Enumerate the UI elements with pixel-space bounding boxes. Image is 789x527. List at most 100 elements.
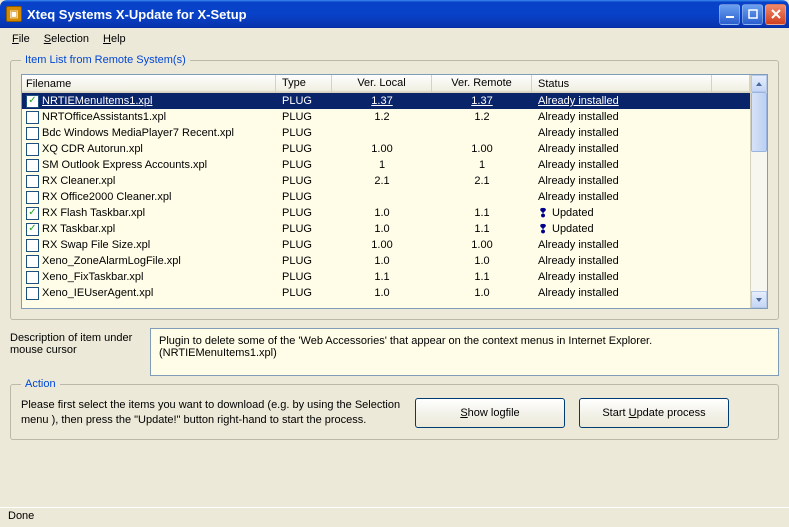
- cell-status: ❢Updated: [532, 223, 692, 235]
- list-view[interactable]: Filename Type Ver. Local Ver. Remote Sta…: [21, 74, 768, 309]
- cell-ver-local: 1.1: [332, 271, 432, 283]
- row-checkbox[interactable]: [26, 239, 39, 252]
- scroll-thumb[interactable]: [751, 92, 767, 152]
- cell-filename: NRTOfficeAssistants1.xpl: [22, 111, 276, 124]
- cell-ver-local: 1.0: [332, 287, 432, 299]
- row-checkbox[interactable]: [26, 111, 39, 124]
- action-instructions: Please first select the items you want t…: [21, 398, 401, 429]
- filename-label: Xeno_FixTaskbar.xpl: [42, 271, 144, 283]
- filename-label: NRTIEMenuItems1.xpl: [42, 95, 152, 107]
- cell-type: PLUG: [276, 287, 332, 299]
- minimize-button[interactable]: [719, 4, 740, 25]
- table-row[interactable]: Xeno_IEUserAgent.xplPLUG1.01.0Already in…: [22, 285, 750, 301]
- cell-status: Already installed: [532, 95, 692, 107]
- scroll-track[interactable]: [751, 92, 767, 291]
- filename-label: RX Taskbar.xpl: [42, 223, 115, 235]
- scroll-up-button[interactable]: [751, 75, 767, 92]
- close-button[interactable]: [765, 4, 786, 25]
- column-header-status[interactable]: Status: [532, 75, 712, 92]
- table-row[interactable]: RX Office2000 Cleaner.xplPLUGAlready ins…: [22, 189, 750, 205]
- column-header-extra[interactable]: [712, 75, 750, 92]
- table-row[interactable]: SM Outlook Express Accounts.xplPLUG11Alr…: [22, 157, 750, 173]
- row-checkbox[interactable]: [26, 287, 39, 300]
- column-header-filename[interactable]: Filename: [22, 75, 276, 92]
- status-label: Updated: [552, 207, 594, 219]
- row-checkbox[interactable]: [26, 143, 39, 156]
- cell-status: ❢Updated: [532, 207, 692, 219]
- row-checkbox[interactable]: [26, 127, 39, 140]
- row-checkbox[interactable]: [26, 175, 39, 188]
- table-row[interactable]: Xeno_FixTaskbar.xplPLUG1.11.1Already ins…: [22, 269, 750, 285]
- cell-ver-remote: 1.00: [432, 239, 532, 251]
- scroll-down-button[interactable]: [751, 291, 767, 308]
- list-header: Filename Type Ver. Local Ver. Remote Sta…: [22, 75, 750, 93]
- column-header-type[interactable]: Type: [276, 75, 332, 92]
- filename-label: NRTOfficeAssistants1.xpl: [42, 111, 166, 123]
- table-row[interactable]: ✓RX Taskbar.xplPLUG1.01.1❢Updated: [22, 221, 750, 237]
- cell-status: Already installed: [532, 143, 692, 155]
- cell-ver-local: 2.1: [332, 175, 432, 187]
- status-label: Already installed: [538, 159, 619, 171]
- filename-label: Bdc Windows MediaPlayer7 Recent.xpl: [42, 127, 234, 139]
- window-buttons: [719, 4, 786, 25]
- table-row[interactable]: RX Cleaner.xplPLUG2.12.1Already installe…: [22, 173, 750, 189]
- filename-label: Xeno_IEUserAgent.xpl: [42, 287, 153, 299]
- cell-status: Already installed: [532, 271, 692, 283]
- scrollbar[interactable]: [750, 75, 767, 308]
- column-header-ver-local[interactable]: Ver. Local: [332, 75, 432, 92]
- row-checkbox[interactable]: [26, 255, 39, 268]
- show-logfile-rest: how logfile: [468, 407, 520, 419]
- row-checkbox[interactable]: ✓: [26, 95, 39, 108]
- cell-filename: Xeno_FixTaskbar.xpl: [22, 271, 276, 284]
- cell-ver-remote: 1.37: [432, 95, 532, 107]
- filename-label: RX Swap File Size.xpl: [42, 239, 150, 251]
- table-row[interactable]: Bdc Windows MediaPlayer7 Recent.xplPLUGA…: [22, 125, 750, 141]
- menu-file-rest: ile: [19, 33, 30, 45]
- cell-type: PLUG: [276, 271, 332, 283]
- window-title: Xteq Systems X-Update for X-Setup: [27, 7, 719, 22]
- status-label: Already installed: [538, 175, 619, 187]
- table-row[interactable]: ✓RX Flash Taskbar.xplPLUG1.01.1❢Updated: [22, 205, 750, 221]
- filename-label: RX Office2000 Cleaner.xpl: [42, 191, 171, 203]
- start-update-button[interactable]: Start Update process: [579, 398, 729, 428]
- table-row[interactable]: NRTOfficeAssistants1.xplPLUG1.21.2Alread…: [22, 109, 750, 125]
- menu-selection-rest: election: [51, 33, 89, 45]
- cell-type: PLUG: [276, 191, 332, 203]
- table-row[interactable]: Xeno_ZoneAlarmLogFile.xplPLUG1.01.0Alrea…: [22, 253, 750, 269]
- menu-help[interactable]: Help: [97, 31, 132, 47]
- menu-file[interactable]: File: [6, 31, 36, 47]
- row-checkbox[interactable]: [26, 191, 39, 204]
- cell-type: PLUG: [276, 207, 332, 219]
- cell-ver-local: 1.00: [332, 239, 432, 251]
- cell-ver-local: 1.0: [332, 223, 432, 235]
- table-row[interactable]: XQ CDR Autorun.xplPLUG1.001.00Already in…: [22, 141, 750, 157]
- menu-selection[interactable]: Selection: [38, 31, 95, 47]
- filename-label: Xeno_ZoneAlarmLogFile.xpl: [42, 255, 181, 267]
- description-label: Description of item under mouse cursor: [10, 328, 140, 356]
- cell-ver-remote: 1.0: [432, 255, 532, 267]
- cell-ver-remote: 1.2: [432, 111, 532, 123]
- maximize-button[interactable]: [742, 4, 763, 25]
- status-label: Already installed: [538, 143, 619, 155]
- row-checkbox[interactable]: [26, 271, 39, 284]
- description-row: Description of item under mouse cursor P…: [10, 326, 779, 378]
- status-label: Already installed: [538, 255, 619, 267]
- status-label: Already installed: [538, 95, 619, 107]
- row-checkbox[interactable]: [26, 159, 39, 172]
- item-list-group: Item List from Remote System(s) Filename…: [10, 54, 779, 320]
- cell-filename: RX Swap File Size.xpl: [22, 239, 276, 252]
- cell-ver-remote: 2.1: [432, 175, 532, 187]
- table-row[interactable]: ✓NRTIEMenuItems1.xplPLUG1.371.37Already …: [22, 93, 750, 109]
- cell-type: PLUG: [276, 111, 332, 123]
- table-row[interactable]: RX Swap File Size.xplPLUG1.001.00Already…: [22, 237, 750, 253]
- cell-type: PLUG: [276, 223, 332, 235]
- column-header-ver-remote[interactable]: Ver. Remote: [432, 75, 532, 92]
- row-checkbox[interactable]: ✓: [26, 223, 39, 236]
- row-checkbox[interactable]: ✓: [26, 207, 39, 220]
- show-logfile-button[interactable]: Show logfile: [415, 398, 565, 428]
- cell-filename: RX Cleaner.xpl: [22, 175, 276, 188]
- cell-ver-local: 1.37: [332, 95, 432, 107]
- cell-status: Already installed: [532, 287, 692, 299]
- cell-ver-local: 1: [332, 159, 432, 171]
- cell-ver-local: 1.2: [332, 111, 432, 123]
